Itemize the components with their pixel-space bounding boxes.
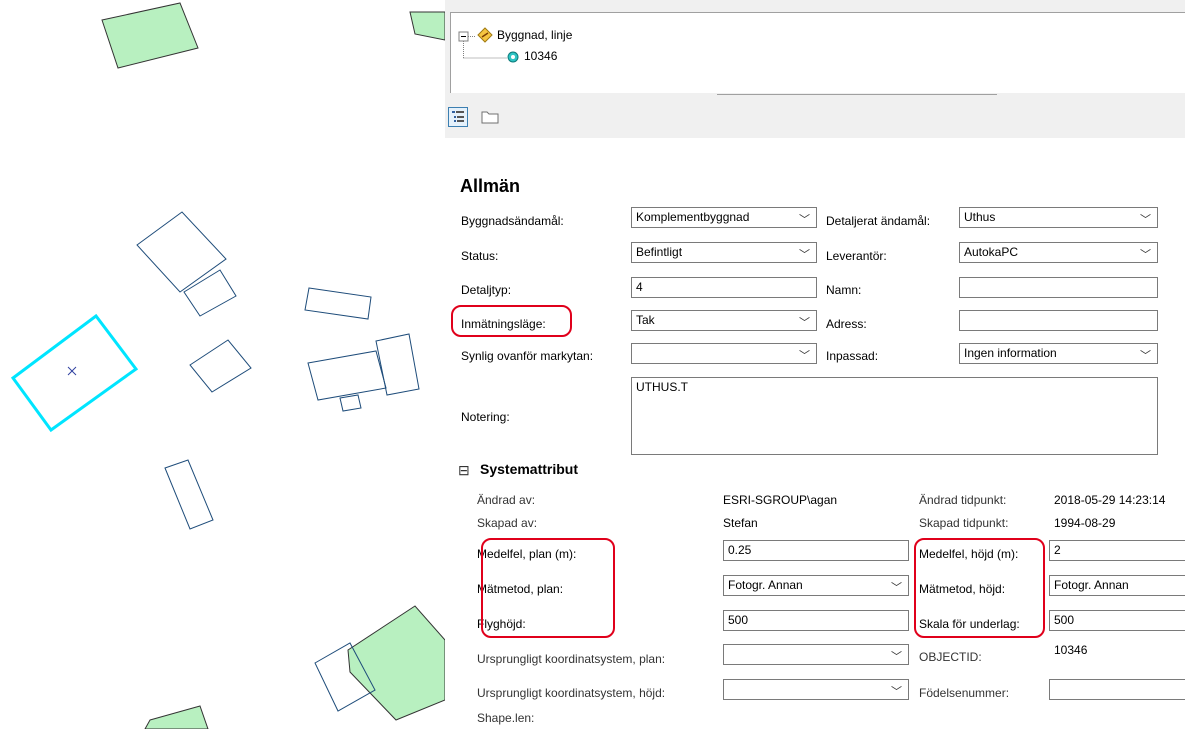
categorized-list-button[interactable] bbox=[448, 107, 468, 127]
feature-icon bbox=[507, 51, 519, 63]
tree-layer-label[interactable]: Byggnad, linje bbox=[497, 28, 572, 42]
matmetod-hojd-select[interactable]: Fotogr. Annan bbox=[1049, 575, 1185, 596]
fodelsenummer-input[interactable] bbox=[1049, 679, 1185, 700]
status-select[interactable]: Befintligt ﹀ bbox=[631, 242, 817, 263]
collapse-section-icon[interactable]: ⊟ bbox=[458, 462, 470, 479]
skapad-av-value: Stefan bbox=[723, 516, 758, 530]
koord-plan-select[interactable]: ﹀ bbox=[723, 644, 909, 665]
label-andrad-av: Ändrad av: bbox=[477, 493, 536, 507]
label-matmetod-plan: Mätmetod, plan: bbox=[477, 582, 564, 596]
skapad-tid-value: 1994-08-29 bbox=[1054, 516, 1116, 530]
label-medelfel-hojd: Medelfel, höjd (m): bbox=[919, 547, 1019, 561]
label-objectid: OBJECTID: bbox=[919, 650, 982, 664]
notering-textarea[interactable]: UTHUS.T bbox=[631, 377, 1158, 455]
label-skala: Skala för underlag: bbox=[919, 617, 1020, 631]
leverantor-select[interactable]: AutokaPC ﹀ bbox=[959, 242, 1158, 263]
chevron-down-icon: ﹀ bbox=[891, 582, 902, 594]
folder-button[interactable] bbox=[480, 108, 500, 128]
building-outline[interactable] bbox=[304, 287, 372, 320]
cross-icon bbox=[67, 366, 77, 376]
andrad-av-value: ESRI-SGROUP\agan bbox=[723, 493, 838, 507]
building-filled[interactable] bbox=[347, 605, 445, 721]
matmetod-plan-select[interactable]: Fotogr. Annan ﹀ bbox=[723, 575, 909, 596]
synlig-select[interactable]: ﹀ bbox=[631, 343, 817, 364]
label-adress: Adress: bbox=[826, 317, 867, 331]
building-outline[interactable] bbox=[189, 339, 252, 393]
byggnadsandamal-select[interactable]: Komplementbyggnad ﹀ bbox=[631, 207, 817, 228]
label-inmatningslage: Inmätningsläge: bbox=[461, 317, 546, 331]
label-shape-len: Shape.len: bbox=[477, 711, 535, 725]
label-flyghojd: Flyghöjd: bbox=[477, 617, 526, 631]
building-outline[interactable] bbox=[339, 394, 362, 412]
label-namn: Namn: bbox=[826, 283, 862, 297]
label-andrad-tid: Ändrad tidpunkt: bbox=[919, 493, 1007, 507]
splitter[interactable] bbox=[717, 94, 997, 95]
label-inpassad: Inpassad: bbox=[826, 349, 879, 363]
building-filled[interactable] bbox=[144, 705, 209, 729]
categorized-list-icon bbox=[452, 111, 464, 122]
flyghojd-input[interactable]: 500 bbox=[723, 610, 909, 631]
section-title-system: Systemattribut bbox=[480, 461, 579, 477]
koord-hojd-select[interactable]: ﹀ bbox=[723, 679, 909, 700]
building-outline[interactable] bbox=[164, 459, 214, 530]
skala-input[interactable]: 500 bbox=[1049, 610, 1185, 631]
label-status: Status: bbox=[461, 249, 499, 263]
building-filled[interactable] bbox=[101, 2, 199, 69]
medelfel-plan-input[interactable]: 0.25 bbox=[723, 540, 909, 561]
feature-tree[interactable]: Byggnad, linje 10346 bbox=[450, 12, 1185, 93]
adress-input[interactable] bbox=[959, 310, 1158, 331]
label-medelfel-plan: Medelfel, plan (m): bbox=[477, 547, 577, 561]
chevron-down-icon: ﹀ bbox=[799, 317, 810, 329]
objectid-value: 10346 bbox=[1054, 643, 1088, 657]
tree-object-id[interactable]: 10346 bbox=[524, 49, 557, 63]
inpassad-select[interactable]: Ingen information ﹀ bbox=[959, 343, 1158, 364]
label-detaljtyp: Detaljtyp: bbox=[461, 283, 512, 297]
detaljerat-andamal-select[interactable]: Uthus ﹀ bbox=[959, 207, 1158, 228]
building-outline[interactable] bbox=[307, 350, 387, 401]
label-koord-plan: Ursprungligt koordinatsystem, plan: bbox=[477, 652, 666, 666]
chevron-down-icon: ﹀ bbox=[799, 249, 810, 261]
label-skapad-tid: Skapad tidpunkt: bbox=[919, 516, 1009, 530]
label-matmetod-hojd: Mätmetod, höjd: bbox=[919, 582, 1006, 596]
chevron-down-icon: ﹀ bbox=[1140, 350, 1151, 362]
medelfel-hojd-input[interactable]: 2 bbox=[1049, 540, 1185, 561]
label-fodelsenummer: Födelsenummer: bbox=[919, 686, 1010, 700]
building-outline[interactable] bbox=[183, 269, 237, 317]
chevron-down-icon: ﹀ bbox=[1140, 249, 1151, 261]
label-byggnadsandamal: Byggnadsändamål: bbox=[461, 214, 564, 228]
folder-icon bbox=[481, 111, 499, 124]
label-synlig: Synlig ovanför markytan: bbox=[461, 349, 594, 363]
namn-input[interactable] bbox=[959, 277, 1158, 298]
chevron-down-icon: ﹀ bbox=[799, 350, 810, 362]
chevron-down-icon: ﹀ bbox=[799, 214, 810, 226]
map-view[interactable] bbox=[0, 0, 445, 729]
chevron-down-icon: ﹀ bbox=[891, 651, 902, 663]
map-canvas[interactable] bbox=[0, 0, 445, 729]
building-outline[interactable] bbox=[375, 333, 420, 396]
andrad-tid-value: 2018-05-29 14:23:14 bbox=[1054, 493, 1166, 507]
label-notering: Notering: bbox=[461, 410, 510, 424]
detaljtyp-input[interactable]: 4 bbox=[631, 277, 817, 298]
label-detaljerat-andamal: Detaljerat ändamål: bbox=[826, 214, 931, 228]
chevron-down-icon: ﹀ bbox=[891, 686, 902, 698]
inmatningslage-select[interactable]: Tak ﹀ bbox=[631, 310, 817, 331]
building-filled[interactable] bbox=[409, 11, 445, 41]
layer-icon bbox=[477, 27, 493, 43]
label-leverantor: Leverantör: bbox=[826, 249, 887, 263]
chevron-down-icon: ﹀ bbox=[1140, 214, 1151, 226]
label-skapad-av: Skapad av: bbox=[477, 516, 538, 530]
building-outline[interactable] bbox=[136, 211, 227, 293]
section-title-general: Allmän bbox=[460, 176, 521, 196]
label-koord-hojd: Ursprungligt koordinatsystem, höjd: bbox=[477, 686, 666, 700]
